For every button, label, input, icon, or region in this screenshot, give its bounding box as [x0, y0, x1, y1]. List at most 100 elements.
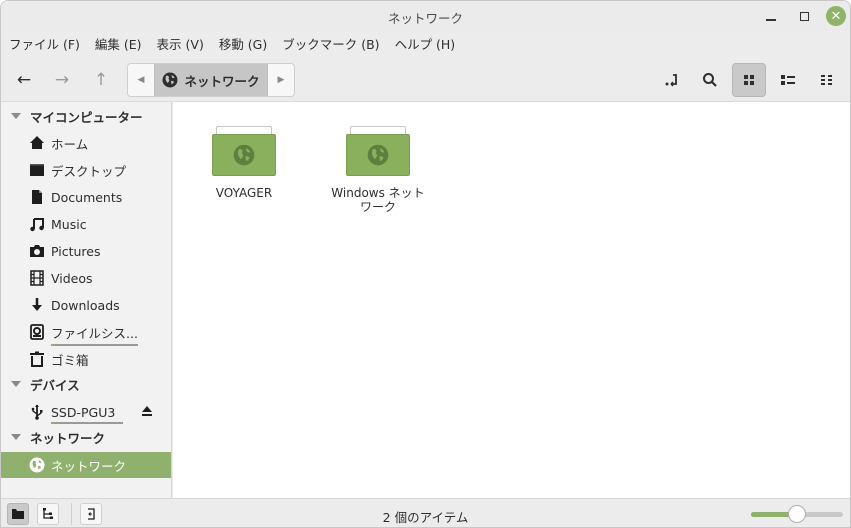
expander-icon — [11, 381, 21, 387]
disk-usage-fill — [51, 421, 55, 424]
window-title: ネットワーク — [387, 11, 463, 26]
close-button[interactable]: ✕ — [826, 6, 846, 26]
sidebar-heading-devices[interactable]: デバイス — [1, 372, 171, 396]
toolbar: ← → ↑ ◀ ネットワーク ▶ — [1, 61, 850, 99]
menu-help[interactable]: ヘルプ (H) — [395, 33, 456, 57]
harddisk-icon — [29, 324, 45, 340]
file-item-label: Windows ネットワーク — [331, 186, 425, 214]
compact-view-button[interactable] — [810, 63, 844, 97]
arrow-left-icon: ← — [16, 70, 32, 90]
network-folder-icon — [212, 126, 276, 176]
sidebar-item-label: Documents — [51, 189, 123, 205]
sidebar-item-trash[interactable]: ゴミ箱 — [1, 346, 171, 372]
sidebar-item-label: デスクトップ — [51, 163, 127, 179]
globe-icon — [29, 457, 45, 473]
usb-icon — [29, 404, 45, 420]
path-scroll-right[interactable]: ▶ — [268, 64, 294, 96]
chevron-right-icon: ▶ — [277, 75, 285, 85]
menu-bookmarks[interactable]: ブックマーク (B) — [282, 33, 379, 57]
eject-icon — [142, 405, 152, 416]
maximize-icon — [799, 11, 809, 21]
sidebar-heading-label: マイコンピューター — [30, 109, 143, 125]
search-button[interactable] — [693, 63, 727, 97]
trash-icon — [29, 351, 45, 367]
download-icon — [29, 297, 45, 313]
sidebar-item-label: ホーム — [51, 136, 89, 152]
sidebar-item-music[interactable]: Music — [1, 211, 171, 237]
close-icon: ✕ — [830, 8, 842, 24]
home-icon — [29, 135, 45, 151]
sidebar-heading-my-computer[interactable]: マイコンピューター — [1, 104, 171, 128]
sidebar-item-videos[interactable]: Videos — [1, 265, 171, 291]
sidebar-item-label: ゴミ箱 — [51, 352, 89, 368]
titlebar[interactable]: ネットワーク ✕ — [1, 1, 850, 31]
file-item-voyager[interactable]: VOYAGER — [194, 126, 294, 200]
desktop-icon — [29, 162, 45, 178]
sidebar-item-label: Music — [51, 216, 87, 232]
file-item-windows-network[interactable]: Windows ネットワーク — [328, 126, 428, 214]
menubar: ファイル (F) 編集 (E) 表示 (V) 移動 (G) ブックマーク (B)… — [1, 33, 850, 57]
file-item-label: VOYAGER — [215, 186, 273, 200]
arrow-right-icon: → — [54, 70, 70, 90]
search-icon — [703, 73, 717, 87]
sidebar-item-ssd-pgu3[interactable]: SSD-PGU3 — [1, 399, 171, 425]
disk-usage-bar — [51, 421, 124, 424]
list-view-button[interactable] — [771, 63, 805, 97]
menu-view[interactable]: 表示 (V) — [157, 33, 204, 57]
pathbar: ◀ ネットワーク ▶ — [127, 63, 295, 97]
minimize-icon — [766, 19, 776, 21]
globe-icon — [162, 72, 178, 88]
path-segment-label: ネットワーク — [184, 73, 260, 89]
sidebar-item-filesystem[interactable]: ファイルシス... — [1, 319, 171, 346]
sidebar-item-label: Videos — [51, 270, 93, 286]
statusbar: 2 個のアイテム — [1, 498, 850, 527]
sidebar-item-documents[interactable]: Documents — [1, 184, 171, 210]
sidebar-item-label: Downloads — [51, 297, 120, 313]
menu-file[interactable]: ファイル (F) — [9, 33, 80, 57]
sidebar-item-label: SSD-PGU3 — [51, 404, 116, 420]
sidebar-item-label: Pictures — [51, 243, 101, 259]
item-count-status: 2 個のアイテム — [382, 510, 469, 525]
sidebar-heading-network[interactable]: ネットワーク — [1, 425, 171, 449]
zoom-slider-handle[interactable] — [788, 505, 806, 523]
arrow-up-icon: ↑ — [93, 70, 109, 90]
sidebar-heading-label: デバイス — [30, 377, 80, 393]
sidebar-heading-label: ネットワーク — [30, 430, 106, 446]
list-icon — [781, 75, 795, 85]
sidebar: マイコンピューター ホーム デスクトップ Documents Music Pic… — [1, 101, 172, 498]
minimize-button[interactable] — [761, 6, 781, 26]
document-icon — [29, 189, 45, 205]
camera-icon — [29, 243, 45, 259]
forward-button[interactable]: → — [45, 63, 79, 97]
grid-icon — [744, 75, 754, 85]
menu-go[interactable]: 移動 (G) — [219, 33, 267, 57]
back-button[interactable]: ← — [7, 63, 41, 97]
file-view[interactable]: VOYAGER Windows ネットワーク — [173, 101, 850, 498]
menu-edit[interactable]: 編集 (E) — [95, 33, 142, 57]
compact-list-icon — [821, 75, 832, 85]
sidebar-item-label: ファイルシス... — [51, 325, 138, 341]
sidebar-item-pictures[interactable]: Pictures — [1, 238, 171, 264]
sidebar-item-downloads[interactable]: Downloads — [1, 292, 171, 318]
sidebar-item-network[interactable]: ネットワーク — [1, 452, 171, 478]
sidebar-item-label: ネットワーク — [51, 458, 127, 474]
eject-button[interactable] — [141, 405, 153, 420]
expander-icon — [11, 434, 21, 440]
toggle-location-button[interactable] — [655, 63, 689, 97]
icon-view-button[interactable] — [732, 63, 766, 97]
maximize-button[interactable] — [794, 6, 814, 26]
music-icon — [29, 216, 45, 232]
zoom-slider[interactable] — [751, 505, 843, 523]
chevron-left-icon: ◀ — [137, 75, 145, 85]
sidebar-item-home[interactable]: ホーム — [1, 130, 171, 156]
expander-icon — [11, 113, 21, 119]
film-icon — [29, 270, 45, 286]
path-scroll-left[interactable]: ◀ — [128, 64, 154, 96]
sidebar-item-label-wrap: SSD-PGU3 — [51, 404, 124, 424]
up-button[interactable]: ↑ — [84, 63, 118, 97]
path-segment-network[interactable]: ネットワーク — [154, 64, 268, 96]
sidebar-item-desktop[interactable]: デスクトップ — [1, 157, 171, 183]
network-folder-icon — [346, 126, 410, 176]
location-toggle-icon — [665, 74, 677, 87]
sidebar-item-label-wrap: ファイルシス... — [51, 323, 138, 346]
